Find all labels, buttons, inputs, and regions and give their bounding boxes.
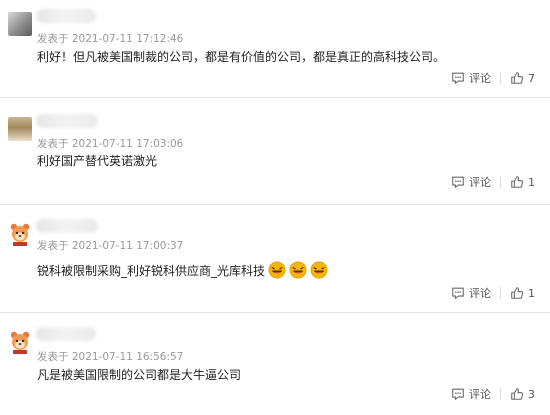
thumbs-up-icon bbox=[511, 176, 524, 188]
username-blurred[interactable] bbox=[36, 219, 98, 233]
comment-item: 发表于 2021-07-11 17:03:06 利好国产替代英诺激光 评论 1 bbox=[0, 98, 550, 205]
comment-icon bbox=[452, 176, 464, 189]
comment-actions: 评论 1 bbox=[451, 285, 538, 301]
comment-item: 发表于 2021-07-11 17:12:46 利好！但凡被美国制裁的公司，都是… bbox=[0, 0, 550, 98]
reply-button[interactable]: 评论 bbox=[451, 174, 491, 190]
comment-timestamp: 发表于 2021-07-11 17:12:46 bbox=[37, 33, 184, 45]
comment-timestamp: 发表于 2021-07-11 16:56:57 bbox=[37, 351, 184, 363]
comment-text: 凡是被美国限制的公司都是大牛逼公司 bbox=[37, 368, 242, 382]
comment-timestamp: 发表于 2021-07-11 17:00:37 bbox=[37, 240, 184, 252]
username-blurred[interactable] bbox=[36, 114, 98, 128]
like-count: 1 bbox=[528, 286, 535, 300]
thumbs-up-icon bbox=[511, 388, 524, 400]
like-count: 7 bbox=[528, 71, 535, 85]
comment-text: 利好！但凡被美国制裁的公司，都是有价值的公司，都是真正的高科技公司。 bbox=[37, 50, 446, 64]
comment-icon bbox=[452, 72, 464, 85]
like-button[interactable]: 1 bbox=[510, 286, 538, 300]
reply-label: 评论 bbox=[469, 72, 491, 85]
thumbs-up-icon bbox=[511, 287, 524, 299]
user-avatar[interactable] bbox=[8, 222, 32, 246]
like-button[interactable]: 3 bbox=[510, 387, 538, 401]
like-button[interactable]: 7 bbox=[510, 71, 538, 85]
laughing-emoji-icon bbox=[289, 261, 307, 279]
laughing-emoji-icon bbox=[268, 261, 286, 279]
reply-button[interactable]: 评论 bbox=[451, 285, 491, 301]
username-blurred[interactable] bbox=[36, 327, 96, 341]
action-divider bbox=[500, 388, 501, 400]
comment-item: 发表于 2021-07-11 17:00:37 锐科被限制采购_利好锐科供应商_… bbox=[0, 205, 550, 313]
comment-timestamp: 发表于 2021-07-11 17:03:06 bbox=[37, 138, 184, 150]
laughing-emoji-icon bbox=[310, 261, 328, 279]
thumbs-up-icon bbox=[511, 72, 524, 84]
comment-item: 发表于 2021-07-11 16:56:57 凡是被美国限制的公司都是大牛逼公… bbox=[0, 313, 550, 415]
like-count: 1 bbox=[528, 175, 535, 189]
reply-button[interactable]: 评论 bbox=[451, 386, 491, 402]
comment-text-row: 锐科被限制采购_利好锐科供应商_光库科技 bbox=[37, 261, 328, 279]
user-avatar[interactable] bbox=[8, 117, 32, 141]
cartoon-avatar-icon bbox=[10, 331, 30, 354]
reply-label: 评论 bbox=[469, 176, 491, 189]
like-count: 3 bbox=[528, 387, 535, 401]
reply-button[interactable]: 评论 bbox=[451, 70, 491, 86]
username-blurred[interactable] bbox=[36, 9, 96, 23]
comment-actions: 评论 7 bbox=[451, 70, 538, 86]
user-avatar[interactable] bbox=[8, 330, 32, 354]
reply-label: 评论 bbox=[469, 388, 491, 401]
action-divider bbox=[500, 176, 501, 188]
comment-text: 锐科被限制采购_利好锐科供应商_光库科技 bbox=[37, 263, 266, 278]
action-divider bbox=[500, 72, 501, 84]
like-button[interactable]: 1 bbox=[510, 175, 538, 189]
comment-text: 利好国产替代英诺激光 bbox=[37, 154, 158, 168]
action-divider bbox=[500, 287, 501, 299]
cartoon-avatar-icon bbox=[10, 223, 30, 246]
user-avatar[interactable] bbox=[8, 12, 32, 36]
comment-actions: 评论 3 bbox=[451, 386, 538, 402]
comment-icon bbox=[452, 388, 464, 401]
comment-actions: 评论 1 bbox=[451, 174, 538, 190]
comment-icon bbox=[452, 287, 464, 300]
reply-label: 评论 bbox=[469, 287, 491, 300]
